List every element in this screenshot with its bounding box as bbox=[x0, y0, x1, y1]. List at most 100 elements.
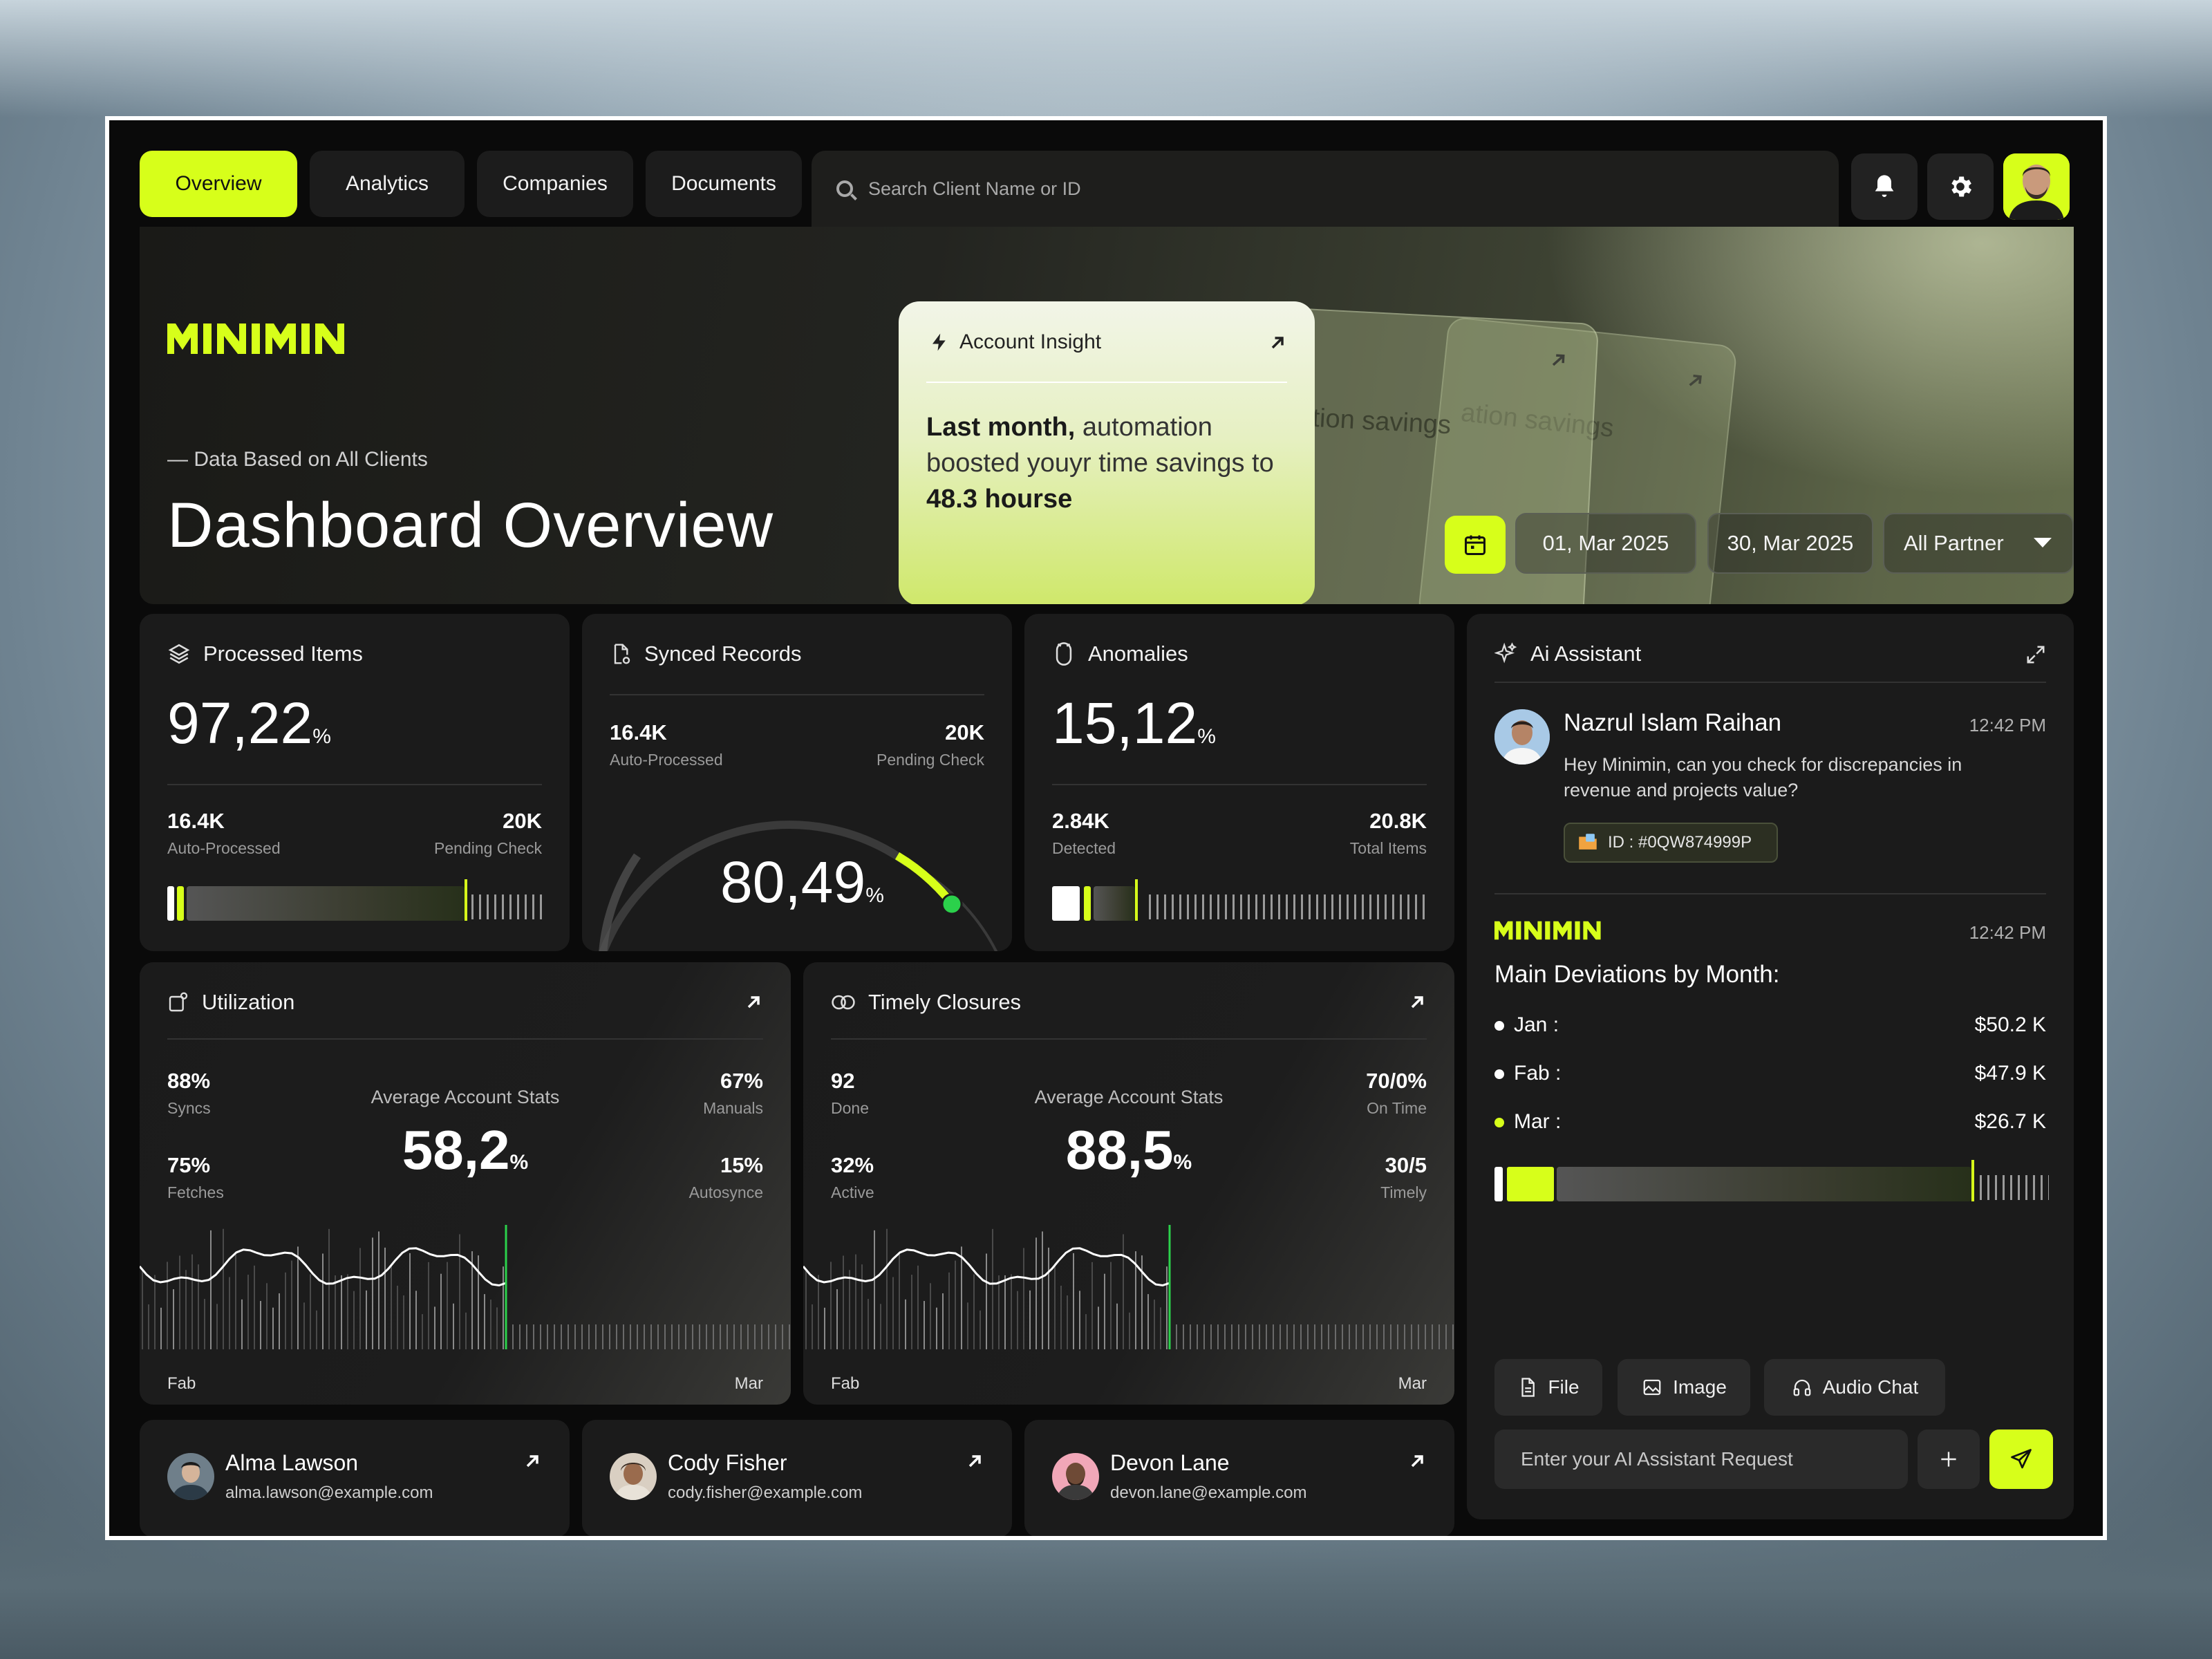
partner-select[interactable]: All Partner bbox=[1883, 513, 2074, 574]
progress-accent-marker bbox=[177, 886, 184, 921]
divider bbox=[167, 784, 542, 785]
document-sync-icon bbox=[614, 644, 630, 664]
divider bbox=[1494, 682, 2046, 683]
arrow-up-right-icon[interactable] bbox=[1407, 993, 1427, 1012]
sparkle-icon bbox=[1494, 642, 1517, 664]
message-time: 12:42 PM bbox=[1969, 922, 2046, 943]
arrow-up-right-icon[interactable] bbox=[1407, 1452, 1427, 1471]
send-button[interactable] bbox=[1989, 1430, 2053, 1489]
contact-card[interactable]: Alma Lawson alma.lawson@example.com bbox=[140, 1420, 570, 1536]
utilization-wave-chart bbox=[140, 1225, 790, 1349]
utilization-icon bbox=[169, 992, 188, 1012]
search-icon bbox=[836, 180, 853, 197]
utilization-value: 58,2% bbox=[402, 1119, 529, 1181]
list-item: Jan : $50.2 K bbox=[1494, 1013, 2046, 1037]
page-title: Dashboard Overview bbox=[167, 490, 774, 561]
avatar bbox=[1052, 1453, 1099, 1500]
progress-ticks bbox=[1149, 894, 1428, 919]
progress-ticks bbox=[471, 894, 543, 919]
tab-companies[interactable]: Companies bbox=[477, 151, 633, 217]
stat-value: 2.84K bbox=[1052, 809, 1109, 833]
stat-value: 20K bbox=[945, 720, 984, 744]
search-input[interactable]: Search Client Name or ID bbox=[868, 178, 1081, 200]
contact-name: Cody Fisher bbox=[668, 1450, 787, 1475]
dashboard-app: Overview Analytics Companies Documents S… bbox=[109, 120, 2103, 1536]
progress-ticks bbox=[1980, 1175, 2049, 1200]
card-title: Utilization bbox=[202, 990, 295, 1014]
progress-start-marker bbox=[167, 886, 174, 921]
settings-button[interactable] bbox=[1927, 153, 1994, 220]
divider bbox=[1052, 784, 1427, 785]
date-to[interactable]: 30, Mar 2025 bbox=[1707, 513, 1873, 574]
user-avatar[interactable] bbox=[2003, 153, 2070, 220]
anomaly-icon bbox=[1056, 642, 1072, 666]
stat-value: 16.4K bbox=[610, 720, 667, 744]
image-button[interactable]: Image bbox=[1618, 1359, 1750, 1416]
arrow-up-right-icon[interactable] bbox=[1268, 333, 1287, 353]
ai-assistant-panel: Ai Assistant Nazrul Islam Raihan 12:42 P… bbox=[1467, 614, 2074, 1519]
audio-chat-button[interactable]: Audio Chat bbox=[1764, 1359, 1945, 1416]
tab-documents[interactable]: Documents bbox=[646, 151, 802, 217]
message-text: Hey Minimin, can you check for discrepan… bbox=[1564, 754, 1962, 800]
timely-wave-chart bbox=[803, 1225, 1454, 1349]
avatar-portrait bbox=[2003, 153, 2070, 220]
card-title: Processed Items bbox=[203, 641, 363, 666]
tab-analytics[interactable]: Analytics bbox=[310, 151, 465, 217]
layers-icon bbox=[168, 644, 190, 664]
arrow-up-right-icon[interactable] bbox=[744, 993, 763, 1012]
link-icon bbox=[832, 995, 855, 1010]
gauge-knob[interactable] bbox=[941, 893, 963, 915]
arrow-up-right-icon[interactable] bbox=[965, 1452, 984, 1471]
divider bbox=[831, 1038, 1427, 1040]
card-title: Anomalies bbox=[1088, 641, 1188, 666]
add-attachment-button[interactable] bbox=[1918, 1430, 1980, 1489]
account-insight-card[interactable]: Account Insight Last month, automation b… bbox=[899, 301, 1315, 604]
synced-value: 80,49% bbox=[720, 850, 884, 915]
gear-icon bbox=[1951, 176, 1971, 197]
tab-overview[interactable]: Overview bbox=[140, 151, 297, 217]
expand-icon[interactable] bbox=[2025, 644, 2046, 665]
arrow-up-right-icon bbox=[1552, 354, 1565, 366]
divider bbox=[610, 694, 984, 695]
avatar bbox=[610, 1453, 657, 1500]
stat-label: Autosynce bbox=[688, 1183, 763, 1201]
contact-email: alma.lawson@example.com bbox=[225, 1483, 433, 1502]
folder-icon bbox=[1579, 834, 1597, 850]
file-button[interactable]: File bbox=[1494, 1359, 1602, 1416]
arrow-up-right-icon[interactable] bbox=[523, 1452, 542, 1471]
contact-portrait bbox=[1052, 1453, 1099, 1500]
contact-portrait bbox=[610, 1453, 657, 1500]
message-time: 12:42 PM bbox=[1969, 715, 2046, 735]
x-axis-end: Mar bbox=[734, 1374, 763, 1393]
hero-subtitle: — Data Based on All Clients bbox=[167, 448, 428, 471]
id-chip[interactable]: ID : #0QW874999P bbox=[1564, 823, 1778, 863]
progress-cursor bbox=[1135, 879, 1138, 921]
date-from[interactable]: 01, Mar 2025 bbox=[1515, 513, 1696, 574]
bell-icon bbox=[1875, 175, 1894, 197]
stat-label: Detected bbox=[1052, 839, 1116, 857]
user-portrait bbox=[1494, 709, 1550, 765]
search-bar[interactable]: Search Client Name or ID bbox=[812, 151, 1839, 227]
progress-accent-marker bbox=[1507, 1167, 1554, 1201]
calendar-button[interactable] bbox=[1445, 516, 1506, 574]
divider bbox=[1494, 893, 2046, 894]
contact-card[interactable]: Devon Lane devon.lane@example.com bbox=[1024, 1420, 1454, 1536]
notifications-button[interactable] bbox=[1851, 153, 1918, 220]
anomalies-card: Anomalies 15,12% 2.84K Detected 20.8K To… bbox=[1024, 614, 1454, 951]
avatar bbox=[167, 1453, 214, 1500]
avatar bbox=[1494, 709, 1550, 765]
progress-start-marker bbox=[1052, 886, 1080, 921]
divider bbox=[167, 1038, 763, 1040]
center-label: Average Account Stats bbox=[1034, 1087, 1224, 1107]
progress-start-marker bbox=[1494, 1167, 1503, 1201]
progress-bar bbox=[1557, 1167, 1971, 1201]
contact-portrait bbox=[167, 1453, 214, 1500]
progress-cursor bbox=[1971, 1160, 1974, 1201]
plus-icon bbox=[1941, 1452, 1956, 1467]
ai-request-input[interactable]: Enter your AI Assistant Request bbox=[1494, 1430, 1908, 1489]
contact-card[interactable]: Cody Fisher cody.fisher@example.com bbox=[582, 1420, 1012, 1536]
synced-records-card: Synced Records 16.4K Auto-Processed 20K … bbox=[582, 614, 1012, 951]
x-axis-end: Mar bbox=[1398, 1374, 1427, 1393]
card-title: Synced Records bbox=[644, 641, 802, 666]
bullet bbox=[1494, 1069, 1504, 1080]
